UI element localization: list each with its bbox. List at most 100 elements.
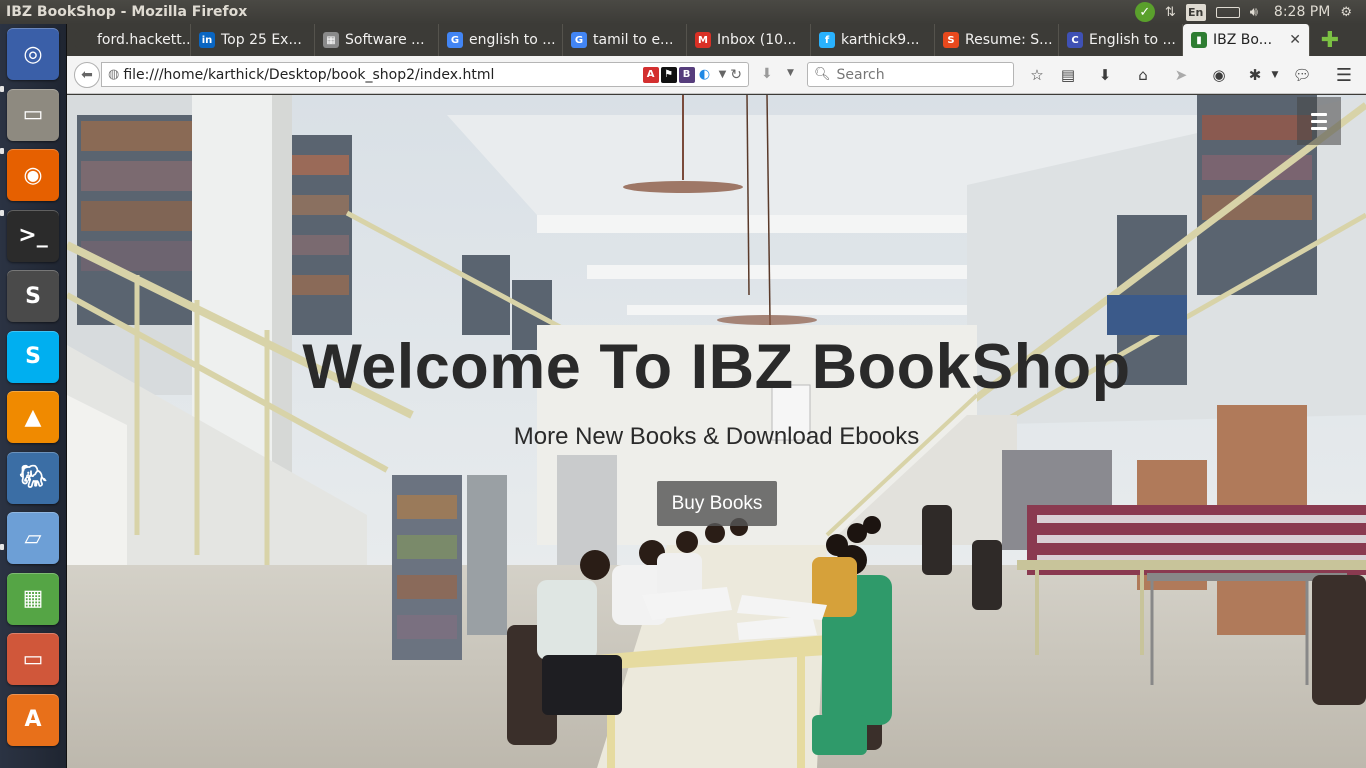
launcher-files[interactable]: ▭ bbox=[7, 88, 59, 141]
url-bar[interactable]: ◍ file:///home/karthick/Desktop/book_sho… bbox=[101, 62, 749, 87]
network-arrows-icon[interactable]: ⇅ bbox=[1165, 0, 1176, 24]
back-arrow-icon: ⬅ bbox=[81, 67, 93, 83]
freelancer-icon: f bbox=[819, 32, 835, 48]
browser-tab[interactable]: in Top 25 Ex... bbox=[191, 24, 315, 56]
url-text[interactable]: file:///home/karthick/Desktop/book_shop2… bbox=[123, 67, 642, 83]
browser-tab[interactable]: Genglish to ... bbox=[439, 24, 563, 56]
tab-label: English to ... bbox=[1089, 32, 1176, 48]
browser-tab[interactable]: ▦ Software ... bbox=[315, 24, 439, 56]
browser-tab[interactable]: ford.hackett... bbox=[67, 24, 191, 56]
linkedin-icon: in bbox=[199, 32, 215, 48]
tab-label: Software ... bbox=[345, 32, 425, 48]
calc-icon: ▦ bbox=[22, 586, 44, 611]
blank-favicon-icon bbox=[75, 32, 91, 48]
draw-icon: ▱ bbox=[24, 525, 42, 551]
close-tab-icon[interactable]: ✕ bbox=[1289, 32, 1301, 48]
tab-label: Inbox (10... bbox=[717, 32, 797, 48]
browser-tab[interactable]: Gtamil to e... bbox=[563, 24, 687, 56]
new-tab-plus-icon[interactable]: ✚ bbox=[1310, 24, 1350, 56]
hero-title: Welcome To IBZ BookShop bbox=[302, 332, 1131, 402]
running-indicator bbox=[0, 544, 4, 550]
buy-books-button[interactable]: Buy Books bbox=[657, 481, 777, 526]
impress-icon: ▭ bbox=[22, 646, 44, 672]
search-bar[interactable]: 🔍︎ Search bbox=[807, 62, 1014, 87]
wave-addon-icon[interactable]: ◐ bbox=[696, 66, 713, 83]
launcher-terminal[interactable]: >_ bbox=[7, 209, 59, 262]
unity-launcher: ◎ ▭ ◉ >_ S S ▲ 🐘︎ ▱ ▦ ▭ A bbox=[0, 24, 67, 768]
c-icon: C bbox=[1067, 32, 1083, 48]
tab-label: Resume: S... bbox=[965, 32, 1053, 48]
browser-tab[interactable]: f karthick9... bbox=[811, 24, 935, 56]
settings-gear-icon[interactable]: ⚙ bbox=[1340, 0, 1352, 24]
url-dropdown-icon[interactable]: ▼ bbox=[719, 69, 727, 80]
browser-tab[interactable]: S Resume: S... bbox=[935, 24, 1059, 56]
grid-icon: ▦ bbox=[323, 32, 339, 48]
browser-tab[interactable]: C English to ... bbox=[1059, 24, 1183, 56]
browser-tab[interactable]: M Inbox (10... bbox=[687, 24, 811, 56]
send-icon[interactable]: ➤ bbox=[1170, 64, 1192, 86]
search-input[interactable]: Search bbox=[837, 67, 885, 83]
download-dropdown-icon[interactable]: ▼ bbox=[787, 68, 794, 78]
tab-label: IBZ Bo... bbox=[1213, 32, 1273, 48]
reading-list-icon[interactable]: ▤ bbox=[1057, 64, 1079, 86]
launcher-ubuntu-dash[interactable]: ◎ bbox=[7, 28, 59, 80]
hamburger-menu-icon[interactable]: ☰ bbox=[1333, 64, 1355, 86]
launcher-firefox[interactable]: ◉ bbox=[7, 149, 59, 201]
file-cabinet-icon: ▭ bbox=[22, 102, 44, 127]
tab-label: karthick9... bbox=[841, 32, 920, 48]
menu-bar-icon bbox=[1311, 126, 1327, 130]
volume-icon[interactable]: 🔊︎ bbox=[1250, 0, 1258, 24]
keyboard-language-indicator[interactable]: En bbox=[1185, 3, 1206, 21]
tab-label: ford.hackett... bbox=[97, 32, 191, 48]
tab-bar: ford.hackett... in Top 25 Ex... ▦ Software .… bbox=[67, 24, 1366, 56]
extension-icon[interactable]: ✱ bbox=[1244, 64, 1266, 86]
elephant-icon: 🐘︎ bbox=[19, 465, 47, 490]
launcher-skype[interactable]: S bbox=[7, 330, 59, 383]
window-title: IBZ BookShop - Mozilla Firefox bbox=[6, 4, 248, 20]
book-icon: ▮ bbox=[1191, 32, 1207, 48]
download-arrow-icon[interactable]: ⬇ bbox=[761, 66, 773, 82]
launcher-libreoffice-calc[interactable]: ▦ bbox=[7, 572, 59, 625]
terminal-icon: >_ bbox=[18, 223, 48, 248]
launcher-postgresql[interactable]: 🐘︎ bbox=[7, 451, 59, 504]
menu-bar-icon bbox=[1311, 119, 1327, 123]
firefox-icon: ◉ bbox=[23, 162, 43, 188]
launcher-libreoffice-draw[interactable]: ▱ bbox=[7, 512, 59, 564]
page-content: Welcome To IBZ BookShop More New Books &… bbox=[67, 95, 1366, 768]
search-icon: 🔍︎ bbox=[814, 67, 831, 82]
google-icon: G bbox=[571, 32, 587, 48]
s-icon: S bbox=[943, 32, 959, 48]
bootstrap-addon-icon[interactable]: B bbox=[678, 66, 695, 83]
launcher-vlc[interactable]: ▲ bbox=[7, 391, 59, 443]
running-indicator bbox=[0, 148, 4, 154]
gmail-icon: M bbox=[695, 32, 711, 48]
extension-dropdown-icon[interactable]: ▼ bbox=[1264, 64, 1286, 86]
tab-label: tamil to e... bbox=[593, 32, 674, 48]
hero-subtitle: More New Books & Download Ebooks bbox=[513, 423, 920, 450]
site-menu-button[interactable] bbox=[1297, 97, 1341, 145]
reload-icon[interactable]: ↻ bbox=[730, 67, 742, 83]
chat-icon[interactable]: 💬︎ bbox=[1291, 64, 1313, 86]
running-indicator bbox=[0, 86, 4, 92]
vlc-cone-icon: ▲ bbox=[24, 404, 42, 430]
launcher-sublime-text[interactable]: S bbox=[7, 270, 59, 322]
browser-tab[interactable]: ▮ IBZ Bo... ✕ bbox=[1183, 24, 1310, 56]
launcher-software-center[interactable]: A bbox=[7, 693, 59, 746]
angular-addon-icon[interactable]: A bbox=[642, 66, 659, 83]
bookmark-star-icon[interactable]: ☆ bbox=[1026, 64, 1048, 86]
update-check-icon[interactable]: ✓ bbox=[1134, 2, 1155, 22]
indicator-area: ✓ ⇅ En 🔊︎ 8:28 PM ⚙ bbox=[1134, 0, 1366, 24]
color-picker-icon[interactable]: ◉ bbox=[1208, 64, 1230, 86]
navigation-toolbar: ⬅ ◍ file:///home/karthick/Desktop/book_s… bbox=[67, 56, 1366, 94]
home-icon[interactable]: ⌂ bbox=[1132, 64, 1154, 86]
sublime-icon: S bbox=[25, 283, 41, 309]
back-button[interactable]: ⬅ bbox=[74, 62, 100, 88]
menu-bar-icon bbox=[1311, 112, 1327, 116]
tab-label: english to ... bbox=[469, 32, 556, 48]
launcher-libreoffice-impress[interactable]: ▭ bbox=[7, 633, 59, 685]
ubuntu-logo-icon: ◎ bbox=[23, 41, 43, 67]
flag-addon-icon[interactable]: ⚑ bbox=[660, 66, 677, 83]
clock[interactable]: 8:28 PM bbox=[1274, 0, 1330, 24]
downloads-icon[interactable]: ⬇ bbox=[1094, 64, 1116, 86]
battery-icon[interactable] bbox=[1215, 0, 1240, 24]
